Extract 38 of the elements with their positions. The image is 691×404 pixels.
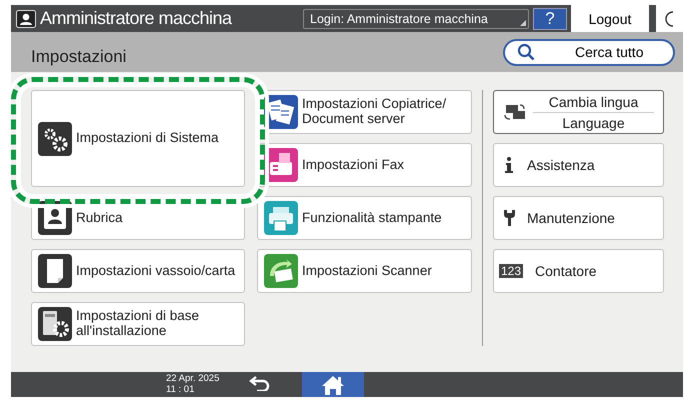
login-field[interactable]: Login: Amministratore macchina [303, 8, 529, 28]
settings-button[interactable]: Impostazioni Scanner [257, 249, 472, 293]
menu-button[interactable]: 123 Contatore [493, 249, 664, 293]
user-name: Amministratore macchina [40, 8, 232, 29]
settings-button[interactable]: Impostazioni Copiatrice/ Document server [257, 90, 472, 134]
search-icon [517, 43, 535, 61]
login-text: Login: Amministratore macchina [310, 12, 488, 26]
page-title: Impostazioni [31, 47, 126, 67]
settings-button[interactable]: Funzionalità stampante [257, 196, 472, 240]
search-button[interactable]: Cerca tutto [503, 38, 675, 66]
date-text: 22 Apr. 2025 [166, 374, 220, 384]
language-label: Language [561, 114, 626, 130]
moon-icon [664, 10, 676, 26]
info-icon [503, 156, 515, 174]
corner-icon [520, 20, 526, 26]
printer-icon [264, 201, 298, 235]
settings-button[interactable]: Impostazioni di Sistema [31, 90, 245, 187]
help-button[interactable]: ? [533, 8, 567, 30]
user-icon [16, 10, 36, 28]
language-button[interactable]: Cambia lingua Language [493, 90, 664, 134]
language-switch-icon [503, 103, 527, 121]
paper-icon [38, 254, 72, 288]
menu-button[interactable]: Manutenzione [493, 196, 664, 240]
wrench-icon [503, 209, 515, 227]
settings-button[interactable]: Impostazioni di base all'installazione [31, 302, 245, 346]
menu-button[interactable]: Assistenza [493, 143, 664, 187]
scanner-icon [264, 254, 298, 288]
logout-button[interactable]: Logout [571, 5, 649, 32]
machine-gear-icon [38, 307, 72, 341]
settings-button[interactable]: Impostazioni vassoio/carta [31, 249, 245, 293]
settings-button[interactable]: Impostazioni Fax [257, 143, 472, 187]
back-arrow-icon [249, 375, 272, 391]
time-text: 11 : 01 [166, 384, 196, 395]
language-label: Cambia lingua [533, 94, 654, 112]
home-button[interactable] [302, 372, 364, 397]
home-icon [321, 374, 346, 394]
counter-icon: 123 [499, 264, 524, 278]
gears-icon [38, 122, 72, 156]
